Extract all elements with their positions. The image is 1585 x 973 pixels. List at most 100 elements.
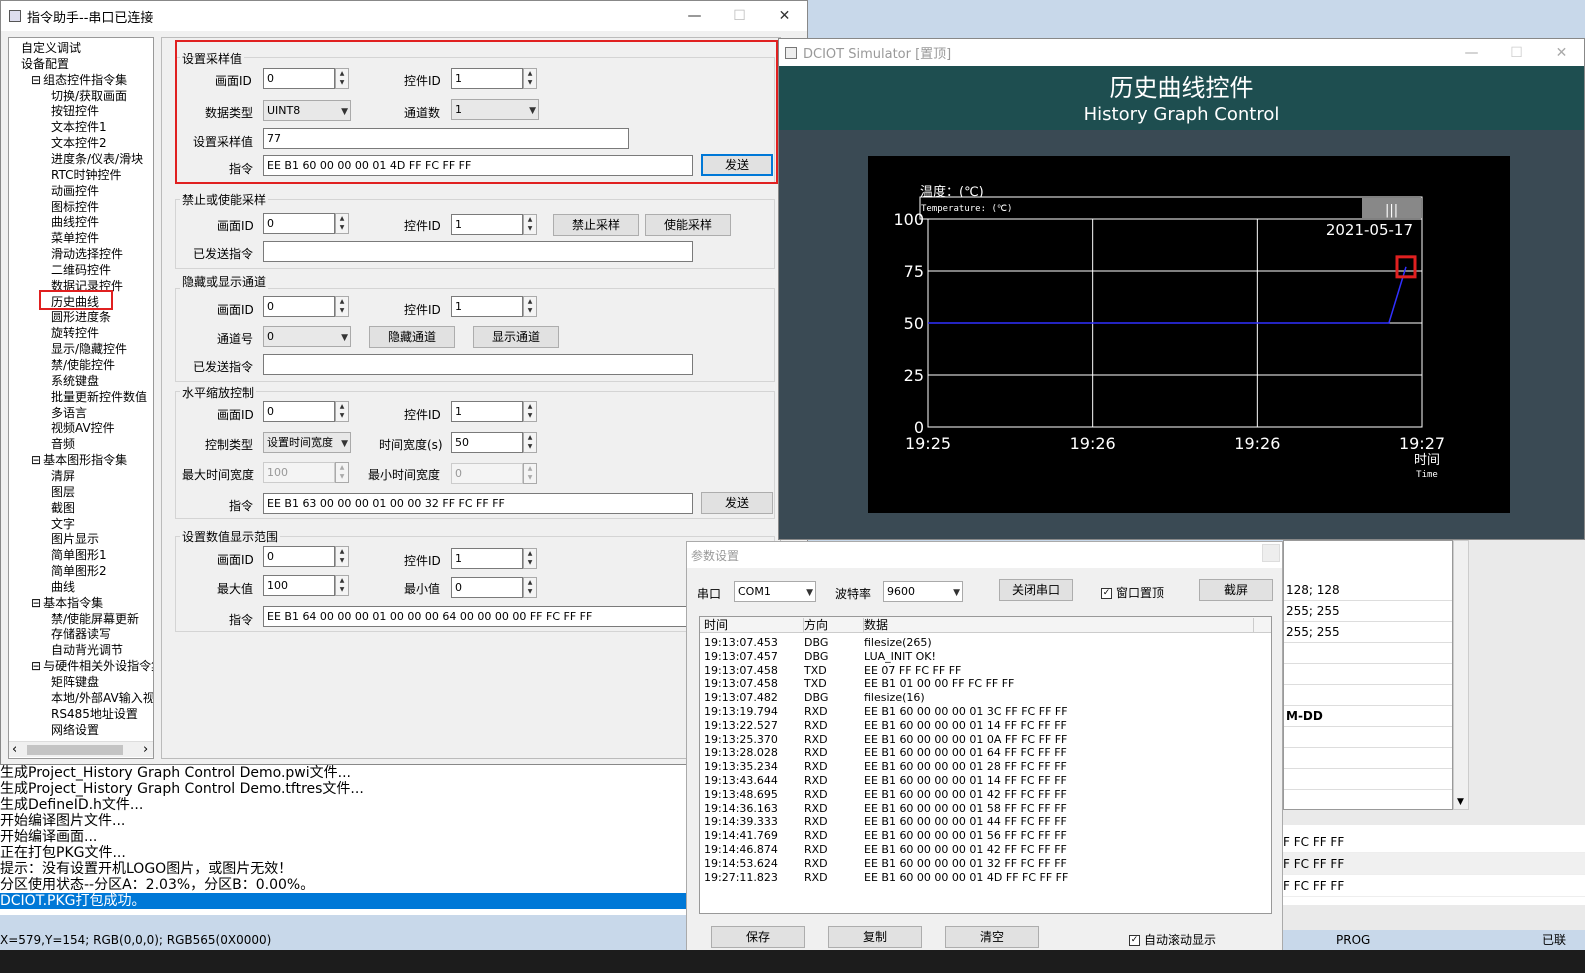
autoscroll-checkbox[interactable]: ✓ 自动滚动显示 xyxy=(1129,931,1216,948)
sim-minimize-button[interactable]: — xyxy=(1449,39,1494,66)
table-row[interactable]: 19:13:48.695 RXD EE B1 60 00 00 00 01 42 F… xyxy=(704,788,1264,802)
scroll-right-icon[interactable]: › xyxy=(143,742,148,757)
g5-min-input[interactable]: 0 xyxy=(451,577,523,598)
g3-ch-select[interactable]: 0 ▼ xyxy=(263,326,351,347)
tree-item[interactable]: 文字 xyxy=(51,517,75,532)
tree-item[interactable]: 圆形进度条 xyxy=(51,310,111,325)
g4-send-button[interactable]: 发送 xyxy=(701,492,773,514)
port-select[interactable]: COM1 ▼ xyxy=(734,581,816,602)
g1-ctrl-spinner[interactable]: ▲ ▼ xyxy=(523,68,537,89)
g4-width-input[interactable]: 50 xyxy=(451,432,523,453)
tree-item[interactable]: 切换/获取画面 xyxy=(51,89,127,104)
tree-item[interactable]: 简单图形2 xyxy=(51,564,107,579)
g4-type-select[interactable]: 设置时间宽度 ▼ xyxy=(263,432,351,453)
g3-sent-input[interactable] xyxy=(263,354,693,375)
tree-item[interactable]: 视频AV控件 xyxy=(51,421,115,436)
g5-min-spinner[interactable]: ▲ ▼ xyxy=(523,577,537,598)
g2-screen-spinner[interactable]: ▲ ▼ xyxy=(335,213,349,234)
table-row[interactable]: 19:13:07.458 TXD EE 07 FF FC FF FF xyxy=(704,664,1264,678)
g4-ctrl-spinner[interactable]: ▲ ▼ xyxy=(523,401,537,422)
tree-item[interactable]: 本地/外部AV输入视频 xyxy=(51,691,153,706)
main-title-bar[interactable]: 指令助手--串口已连接 — ☐ ✕ xyxy=(1,1,807,31)
g1-screen-input[interactable]: 0 xyxy=(263,68,335,89)
table-row[interactable]: 19:14:39.333 RXD EE B1 60 00 00 00 01 44 F… xyxy=(704,815,1264,829)
tree-item[interactable]: 禁/使能屏幕更新 xyxy=(51,612,139,627)
g4-max-spinner[interactable]: ▲ ▼ xyxy=(335,462,349,483)
g4-screen-spinner[interactable]: ▲ ▼ xyxy=(335,401,349,422)
table-row[interactable]: 19:13:43.644 RXD EE B1 60 00 00 00 01 14 F… xyxy=(704,774,1264,788)
table-row[interactable]: 19:14:41.769 RXD EE B1 60 00 00 00 01 56 F… xyxy=(704,829,1264,843)
tree-item[interactable]: 曲线 xyxy=(51,580,75,595)
g4-min-spinner[interactable]: ▲ ▼ xyxy=(523,463,537,484)
tree-item[interactable]: 图层 xyxy=(51,485,75,500)
tree-toggle-icon[interactable]: ⊟ xyxy=(31,453,41,467)
table-row[interactable]: 19:13:22.527 RXD EE B1 60 00 00 00 01 14 F… xyxy=(704,719,1264,733)
tree-item[interactable]: 文本控件1 xyxy=(51,120,107,135)
g3-screen-spinner[interactable]: ▲ ▼ xyxy=(335,296,349,317)
topmost-checkbox[interactable]: ✓ 窗口置顶 xyxy=(1101,584,1164,601)
sim-title-bar[interactable]: DCIOT Simulator [置顶] — ☐ ✕ xyxy=(779,39,1584,66)
g5-ctrl-spinner[interactable]: ▲ ▼ xyxy=(523,548,537,569)
tree-item[interactable]: 动画控件 xyxy=(51,184,99,199)
tree-item[interactable]: 音频 xyxy=(51,437,75,452)
scroll-thumb[interactable] xyxy=(27,745,123,755)
g5-max-spinner[interactable]: ▲ ▼ xyxy=(335,575,349,596)
table-row[interactable]: 19:27:11.823 RXD EE B1 60 00 00 00 01 4D F… xyxy=(704,871,1264,885)
param-title-bar[interactable]: 参数设置 xyxy=(687,542,1282,568)
g5-max-input[interactable]: 100 xyxy=(263,575,335,596)
tree-item[interactable]: RTC时钟控件 xyxy=(51,168,121,183)
tree-item[interactable]: 自动背光调节 xyxy=(51,643,123,658)
close-port-button[interactable]: 关闭串口 xyxy=(999,579,1073,601)
g4-ctrl-input[interactable]: 1 xyxy=(451,401,523,422)
table-row[interactable]: 19:13:19.794 RXD EE B1 60 00 00 00 01 3C F… xyxy=(704,705,1264,719)
tree-item[interactable]: 多语言 xyxy=(51,406,87,421)
g3-screen-input[interactable]: 0 xyxy=(263,296,335,317)
maximize-button[interactable]: ☐ xyxy=(717,1,762,31)
tree-item[interactable]: 系统键盘 xyxy=(51,374,99,389)
table-row[interactable]: 19:13:35.234 RXD EE B1 60 00 00 00 01 28 F… xyxy=(704,760,1264,774)
hide-channel-button[interactable]: 隐藏通道 xyxy=(369,326,455,348)
tree-item[interactable]: 截图 xyxy=(51,501,75,516)
g2-ctrl-spinner[interactable]: ▲ ▼ xyxy=(523,214,537,235)
table-row[interactable]: 19:13:07.458 TXD EE B1 01 00 00 FF FC FF F… xyxy=(704,677,1264,691)
g5-cmd-input[interactable]: EE B1 64 00 00 00 01 00 00 00 64 00 00 0… xyxy=(263,606,693,627)
g2-screen-input[interactable]: 0 xyxy=(263,213,335,234)
clear-button[interactable]: 清空 xyxy=(945,926,1039,948)
tree-item[interactable]: 显示/隐藏控件 xyxy=(51,342,127,357)
table-header-cell[interactable]: 数据 xyxy=(864,618,1254,632)
tree-item[interactable]: 矩阵键盘 xyxy=(51,675,99,690)
tree-item[interactable]: 禁/使能控件 xyxy=(51,358,115,373)
tree-item[interactable]: 旋转控件 xyxy=(51,326,99,341)
g1-dtype-select[interactable]: UINT8 ▼ xyxy=(263,100,351,121)
tree-item[interactable]: ⊟ 基本指令集 xyxy=(31,596,103,611)
g5-screen-spinner[interactable]: ▲ ▼ xyxy=(335,546,349,567)
baud-select[interactable]: 9600 ▼ xyxy=(883,581,963,602)
tree-item[interactable]: ⊟ 基本图形指令集 xyxy=(31,453,127,468)
g2-ctrl-input[interactable]: 1 xyxy=(451,214,523,235)
g1-ch-select[interactable]: 1 ▼ xyxy=(451,99,539,120)
tree-item[interactable]: 自定义调试 xyxy=(21,41,81,56)
table-row[interactable]: 19:13:07.453 DBG filesize(265) xyxy=(704,636,1264,650)
table-row[interactable]: 19:14:36.163 RXD EE B1 60 00 00 00 01 58 F… xyxy=(704,802,1264,816)
table-row[interactable]: 19:14:53.624 RXD EE B1 60 00 00 00 01 32 F… xyxy=(704,857,1264,871)
table-row[interactable]: 19:13:07.482 DBG filesize(16) xyxy=(704,691,1264,705)
g2-sent-input[interactable] xyxy=(263,241,693,262)
g4-cmd-input[interactable]: EE B1 63 00 00 00 01 00 00 32 FF FC FF F… xyxy=(263,493,693,514)
tree-item[interactable]: 进度条/仪表/滑块 xyxy=(51,152,143,167)
tree-toggle-icon[interactable]: ⊟ xyxy=(31,659,41,673)
scroll-down-icon[interactable]: ▼ xyxy=(1457,797,1464,807)
minimize-button[interactable]: — xyxy=(672,1,717,31)
save-button[interactable]: 保存 xyxy=(711,926,805,948)
param-close-icon[interactable] xyxy=(1262,544,1280,562)
table-row[interactable]: 19:13:28.028 RXD EE B1 60 00 00 00 01 64 F… xyxy=(704,746,1264,760)
table-header-cell[interactable]: 时间 xyxy=(704,618,804,632)
tree-hscroll[interactable]: ‹ › xyxy=(9,741,153,757)
tree-toggle-icon[interactable]: ⊟ xyxy=(31,596,41,610)
tree-item[interactable]: 图片显示 xyxy=(51,532,99,547)
sim-maximize-button[interactable]: ☐ xyxy=(1494,39,1539,66)
tree-item[interactable]: 文本控件2 xyxy=(51,136,107,151)
tree-item[interactable]: ⊟ 与硬件相关外设指令集 xyxy=(31,659,153,674)
g3-ctrl-spinner[interactable]: ▲ ▼ xyxy=(523,296,537,317)
g1-sample-input[interactable]: 77 xyxy=(263,128,629,149)
g4-max-input[interactable]: 100 xyxy=(263,462,335,483)
